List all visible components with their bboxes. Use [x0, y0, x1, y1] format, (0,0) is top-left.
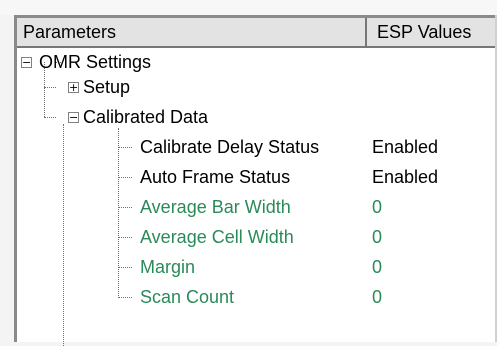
esp-values-column-header[interactable]: ESP Values	[367, 18, 497, 48]
minus-box-icon[interactable]: −	[21, 57, 32, 68]
tree-item-value[interactable]: Enabled	[372, 165, 438, 189]
tree-connector	[118, 207, 132, 208]
tree-item-name[interactable]: Average Bar Width	[140, 195, 291, 219]
tree-connector	[118, 297, 132, 298]
tree-item-value[interactable]: 0	[372, 255, 382, 279]
tree-item-value[interactable]: 0	[372, 225, 382, 249]
minus-box-icon[interactable]: −	[68, 112, 79, 123]
tree-item-name[interactable]: Auto Frame Status	[140, 165, 290, 189]
tree-node-omr-settings[interactable]: OMR Settings	[39, 50, 151, 74]
top-strip	[0, 0, 497, 15]
tree-connector	[44, 117, 56, 118]
tree-connector	[44, 87, 56, 88]
tree-item-name[interactable]: Calibrate Delay Status	[140, 135, 319, 159]
tree-item-value[interactable]: 0	[372, 195, 382, 219]
parameters-column-header[interactable]: Parameters	[17, 18, 367, 48]
tree-connector	[118, 147, 132, 148]
tree-item-name[interactable]: Average Cell Width	[140, 225, 294, 249]
parameters-tree-panel: Parameters ESP Values − OMR Settings + S…	[14, 15, 497, 346]
tree-connector	[118, 267, 132, 268]
tree-item-name[interactable]: Scan Count	[140, 285, 234, 309]
tree-connector	[63, 124, 64, 346]
tree-connector	[118, 128, 119, 298]
tree-node-setup[interactable]: Setup	[83, 75, 130, 99]
tree-node-calibrated-data[interactable]: Calibrated Data	[83, 105, 208, 129]
tree-connector	[118, 237, 132, 238]
plus-box-icon[interactable]: +	[68, 82, 79, 93]
tree-item-name[interactable]: Margin	[140, 255, 195, 279]
tree-connector	[118, 177, 132, 178]
tree-item-value[interactable]: Enabled	[372, 135, 438, 159]
tree-item-value[interactable]: 0	[372, 285, 382, 309]
parameters-tree: − OMR Settings + Setup − Calibrated Data…	[17, 48, 497, 346]
